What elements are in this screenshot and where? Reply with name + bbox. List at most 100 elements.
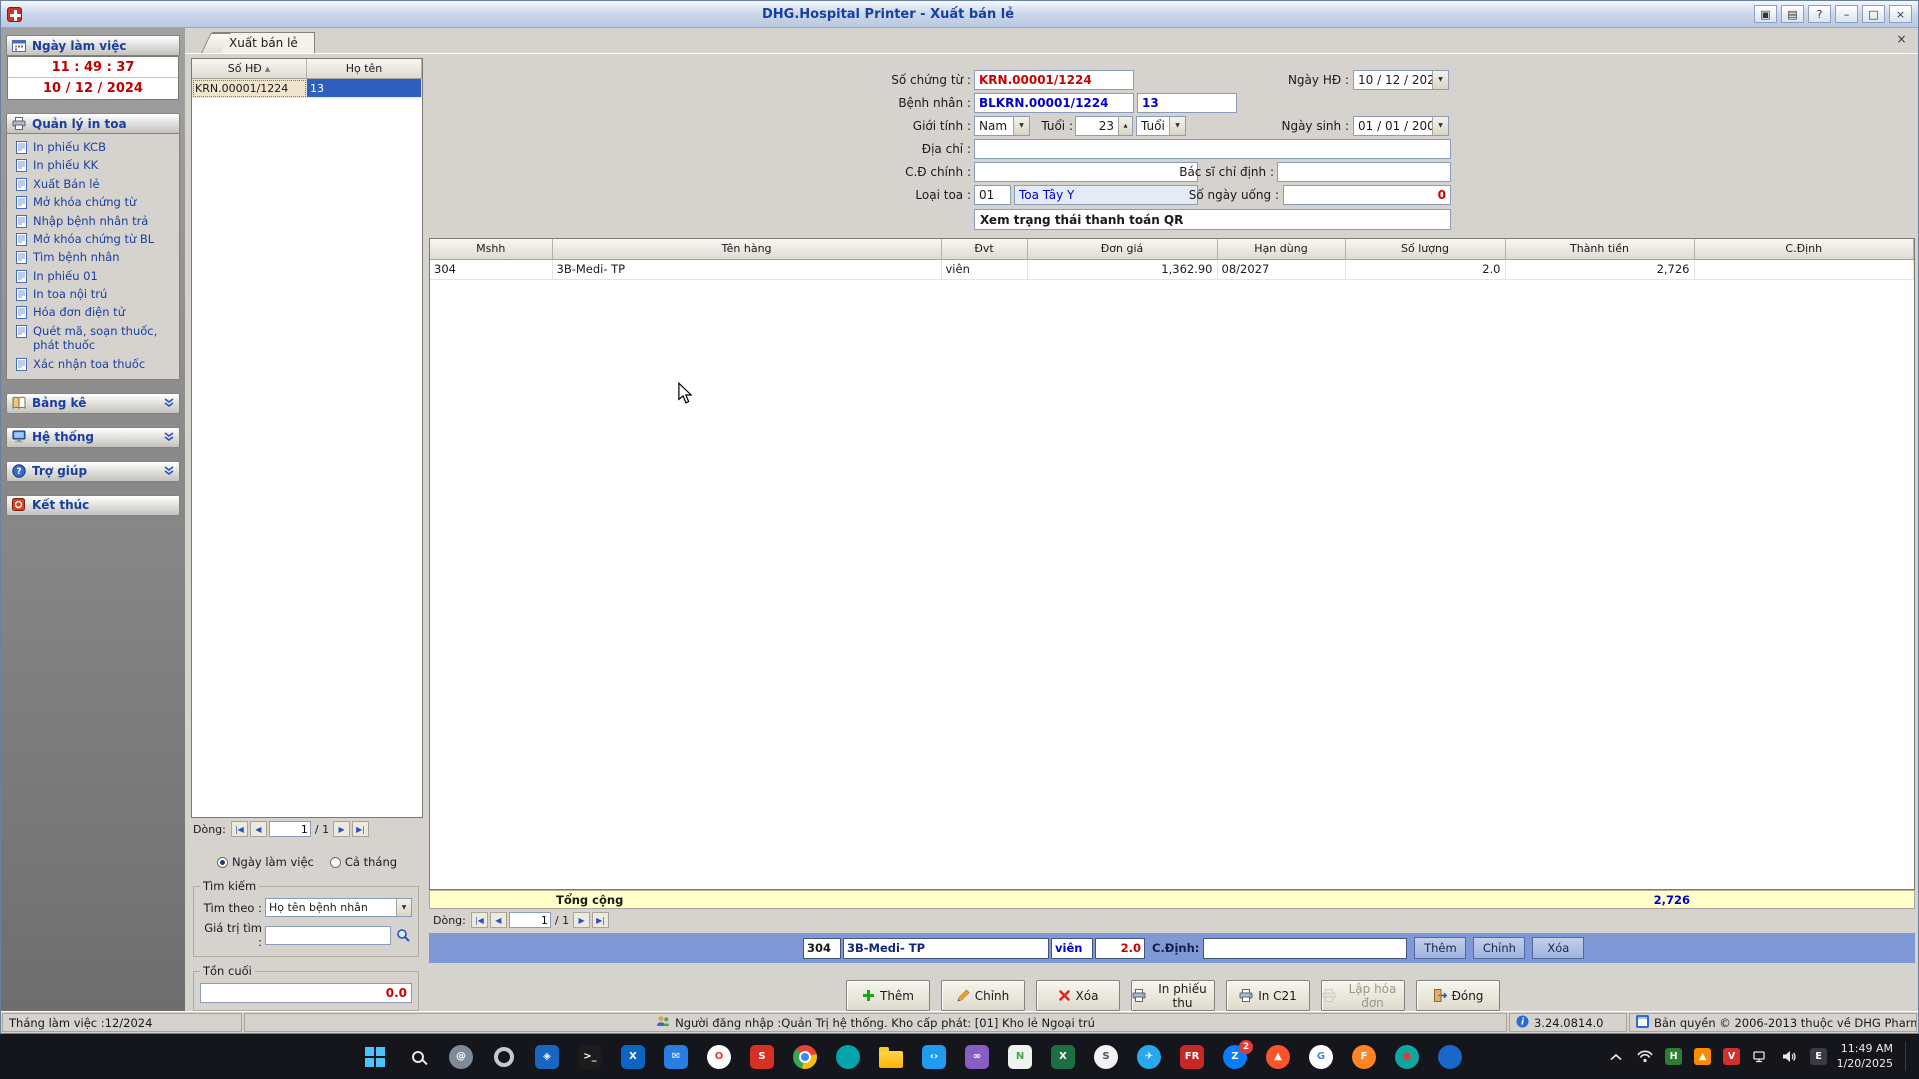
zalo-icon[interactable]: Z2 bbox=[1220, 1039, 1253, 1072]
file-explorer-icon[interactable] bbox=[876, 1042, 906, 1072]
sidebar-section-he-thong[interactable]: Hệ thống bbox=[6, 426, 180, 448]
ngay-hd-field[interactable]: 10 / 12 / 2024 ▼ bbox=[1353, 70, 1449, 90]
find-by-select[interactable]: Họ tên bệnh nhân ▼ bbox=[265, 898, 412, 917]
grid-column-5[interactable]: Hạn dùng bbox=[1217, 239, 1346, 260]
sidebar-section-tro-giup[interactable]: ? Trợ giúp bbox=[6, 460, 180, 482]
app-s-red-icon[interactable]: S bbox=[747, 1042, 777, 1072]
dia-chi-field[interactable] bbox=[974, 139, 1451, 159]
first-page-button[interactable]: |◀ bbox=[230, 821, 248, 837]
grid-column-8[interactable]: C.Định bbox=[1694, 239, 1914, 260]
terminal-icon[interactable]: >_ bbox=[575, 1042, 605, 1072]
xoa-button[interactable]: Xóa bbox=[1036, 980, 1120, 1011]
last-page-button[interactable]: ▶| bbox=[352, 821, 370, 837]
search-button[interactable] bbox=[394, 926, 412, 944]
tray-wifi-icon[interactable] bbox=[1634, 1046, 1656, 1068]
visual-studio-icon[interactable]: ∞ bbox=[962, 1042, 992, 1072]
firefox-icon[interactable]: F bbox=[1349, 1042, 1379, 1072]
radio-ca-thang[interactable]: Cả tháng bbox=[329, 855, 397, 869]
benh-nhan-code-field[interactable]: BLKRN.00001/1224 bbox=[974, 93, 1134, 113]
app-blue-tool-icon[interactable]: ◈ bbox=[532, 1042, 562, 1072]
sidebar-item-quet-ma-soan-thuoc-phat-thuoc[interactable]: Quét mã, soạn thuốc, phát thuốc bbox=[9, 322, 177, 355]
toolbar-grid-button[interactable]: ▤ bbox=[1781, 5, 1804, 23]
notepadpp-icon[interactable]: N bbox=[1005, 1042, 1035, 1072]
excel-icon[interactable]: X bbox=[1048, 1042, 1078, 1072]
tray-h-green-icon[interactable]: H bbox=[1663, 1046, 1685, 1068]
so-ngay-uong-field[interactable]: 0 bbox=[1283, 185, 1451, 205]
qr-status-button[interactable]: Xem trạng thái thanh toán QR bbox=[974, 209, 1451, 230]
edit-cdinh-field[interactable] bbox=[1203, 937, 1408, 959]
sidebar-item-in-toa-noi-tru[interactable]: In toa nội trú bbox=[9, 285, 177, 303]
column-so-hd[interactable]: Số HĐ ▲ bbox=[192, 59, 307, 79]
prev-page-button[interactable]: ◀ bbox=[249, 821, 267, 837]
sidebar-item-in-phieu-kcb[interactable]: In phiếu KCB bbox=[9, 138, 177, 156]
app-teal-red-icon[interactable]: ● bbox=[1392, 1042, 1422, 1072]
maximize-button[interactable]: □ bbox=[1862, 5, 1885, 23]
settings-gear-icon[interactable] bbox=[489, 1042, 519, 1072]
grid-row[interactable]: 304 3B-Medi- TP viên 1,362.90 08/2027 2.0 2,72… bbox=[430, 259, 1914, 280]
chevron-down-icon[interactable]: ▼ bbox=[1432, 117, 1448, 135]
edit-them-button[interactable]: Thêm bbox=[1414, 937, 1467, 959]
show-desktop-button[interactable] bbox=[1905, 1042, 1911, 1071]
edit-mshh-field[interactable]: 304 bbox=[803, 937, 841, 959]
app-fr-red-icon[interactable]: FR bbox=[1177, 1042, 1207, 1072]
toolbar-window-button[interactable]: ▣ bbox=[1754, 5, 1777, 23]
app-blue-circle-icon[interactable] bbox=[1435, 1042, 1465, 1072]
ngay-sinh-field[interactable]: 01 / 01 / 2002 ▼ bbox=[1353, 116, 1449, 136]
minimize-button[interactable]: – bbox=[1835, 5, 1858, 23]
tray-shield-orange-icon[interactable]: ▲ bbox=[1692, 1046, 1714, 1068]
grid-column-4[interactable]: Đơn giá bbox=[1027, 239, 1218, 260]
grid-column-2[interactable]: Tên hàng bbox=[552, 239, 942, 260]
edit-so-luong-field[interactable]: 2.0 bbox=[1095, 937, 1145, 959]
telegram-icon[interactable]: ✈ bbox=[1134, 1042, 1164, 1072]
sidebar-item-xuat-ban-le[interactable]: Xuất Bán lẻ bbox=[9, 175, 177, 193]
next-page-button[interactable]: ▶ bbox=[333, 821, 351, 837]
spin-up-icon[interactable]: ▲ bbox=[1119, 117, 1132, 135]
app-swirl-icon[interactable]: @ bbox=[446, 1042, 476, 1072]
chinh-button[interactable]: Chỉnh bbox=[941, 980, 1025, 1011]
dong-button[interactable]: Đóng bbox=[1416, 980, 1500, 1011]
tab-close-button[interactable]: × bbox=[1894, 33, 1909, 48]
help-button[interactable]: ? bbox=[1808, 5, 1831, 23]
grid-column-3[interactable]: Đvt bbox=[941, 239, 1028, 260]
chevron-down-icon[interactable]: ▼ bbox=[1432, 71, 1448, 89]
sidebar-item-mo-khoa-chung-tu-bl[interactable]: Mở khóa chứng từ BL bbox=[9, 230, 177, 248]
sidebar-item-nhap-benh-nhan-tra[interactable]: Nhập bệnh nhân trả bbox=[9, 212, 177, 230]
prev-page-button[interactable]: ◀ bbox=[489, 912, 507, 928]
edit-ten-hang-field[interactable]: 3B-Medi- TP bbox=[843, 937, 1049, 959]
tuoi-spinner[interactable]: 23▲▼ bbox=[1075, 116, 1133, 136]
grid-column-7[interactable]: Thành tiền bbox=[1505, 239, 1695, 260]
sidebar-item-hoa-don-dien-tu[interactable]: Hóa đơn điện tử bbox=[9, 303, 177, 321]
spinner-buttons[interactable]: ▲▼ bbox=[1118, 117, 1132, 135]
app-x-blue-icon[interactable]: X bbox=[618, 1042, 648, 1072]
sidebar-item-tim-benh-nhan[interactable]: Tìm bệnh nhân bbox=[9, 248, 177, 266]
grid-column-6[interactable]: Số lượng bbox=[1345, 239, 1506, 260]
first-page-button[interactable]: |◀ bbox=[470, 912, 488, 928]
mail-icon[interactable]: ✉ bbox=[661, 1042, 691, 1072]
page-input[interactable] bbox=[268, 821, 311, 837]
start-button[interactable] bbox=[360, 1042, 390, 1072]
in-c21-button[interactable]: In C21 bbox=[1226, 980, 1310, 1011]
spin-down-icon[interactable]: ▼ bbox=[1119, 135, 1132, 136]
in-phieu-thu-button[interactable]: In phiếu thu bbox=[1131, 980, 1215, 1011]
tray-expand-icon[interactable] bbox=[1605, 1046, 1627, 1068]
vscode-icon[interactable]: ‹› bbox=[919, 1042, 949, 1072]
edit-dvt-field[interactable]: viên bbox=[1051, 937, 1093, 959]
bac-si-field[interactable] bbox=[1277, 162, 1451, 182]
invoice-row[interactable]: KRN.00001/1224 13 bbox=[192, 79, 422, 98]
sidebar-item-mo-khoa-chung-tu[interactable]: Mở khóa chứng từ bbox=[9, 193, 177, 211]
tray-lang-icon[interactable]: E bbox=[1808, 1046, 1830, 1068]
workdate-panel-header[interactable]: Ngày làm việc bbox=[6, 35, 180, 56]
loai-toa-code-field[interactable]: 01 bbox=[974, 185, 1011, 205]
grid-column-1[interactable]: Mshh bbox=[430, 239, 553, 260]
app-g-icon[interactable]: G bbox=[1306, 1042, 1336, 1072]
next-page-button[interactable]: ▶ bbox=[573, 912, 591, 928]
app-s-white-icon[interactable]: S bbox=[1091, 1042, 1121, 1072]
chevron-down-icon[interactable]: ▼ bbox=[1169, 117, 1185, 135]
gioi-tinh-select[interactable]: Nam ▼ bbox=[974, 116, 1030, 136]
chevron-down-icon[interactable]: ▼ bbox=[1013, 117, 1029, 135]
search-value-input[interactable] bbox=[265, 925, 391, 945]
sidebar-section-bang-ke[interactable]: Bảng kê bbox=[6, 392, 180, 414]
brave-icon[interactable]: ▲ bbox=[1263, 1042, 1293, 1072]
sidebar-item-in-phieu-kk[interactable]: In phiếu KK bbox=[9, 156, 177, 174]
last-page-button[interactable]: ▶| bbox=[592, 912, 610, 928]
